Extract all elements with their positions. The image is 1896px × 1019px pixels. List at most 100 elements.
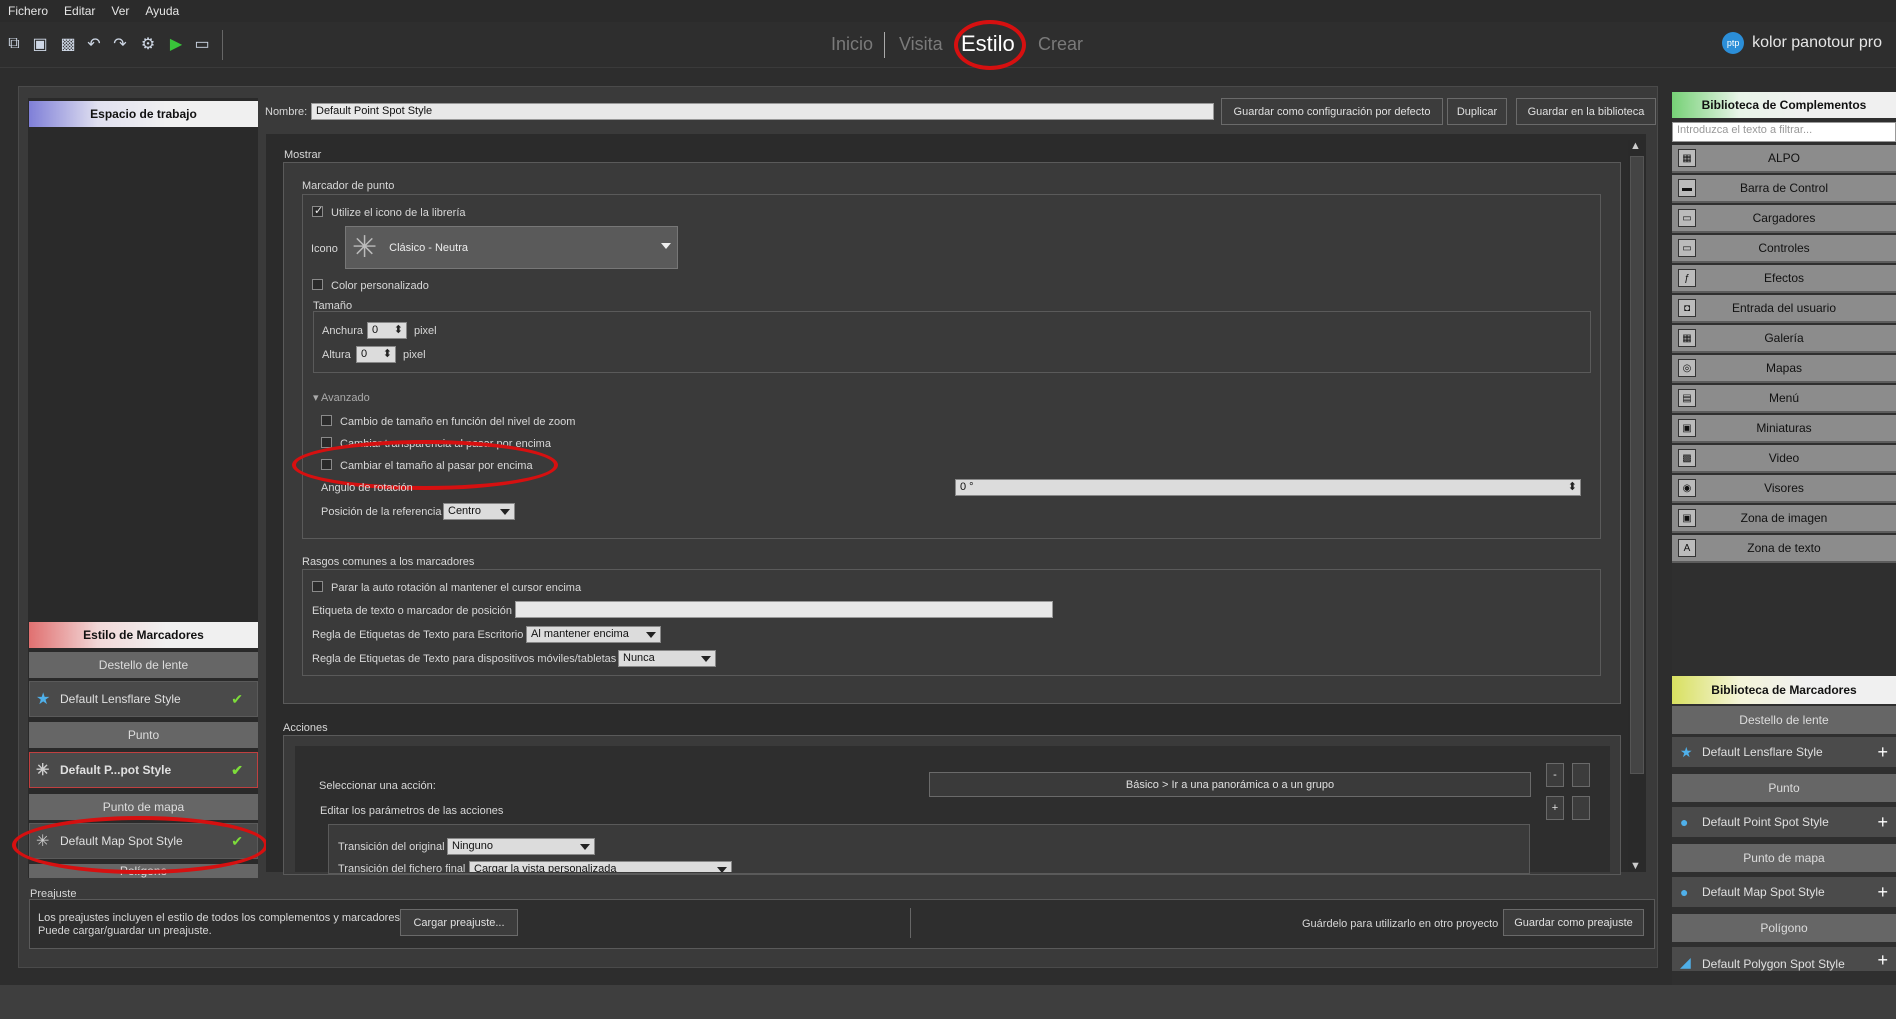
select-action-label: Seleccionar una acción:: [319, 780, 436, 792]
select-action-button[interactable]: Básico > Ir a una panorámica o a un grup…: [929, 772, 1531, 797]
complement-label: Controles: [1758, 241, 1810, 255]
advanced-toggle[interactable]: ▾ Avanzado: [313, 391, 370, 404]
save-icon[interactable]: ▣: [30, 34, 50, 54]
orig-transition-select[interactable]: Ninguno: [447, 838, 595, 855]
save-library-button[interactable]: Guardar en la biblioteca: [1516, 98, 1656, 125]
save-preset-button[interactable]: Guardar como preajuste: [1503, 909, 1644, 936]
action-blank-button-2[interactable]: [1572, 796, 1590, 820]
tab-visita[interactable]: Visita: [899, 34, 943, 55]
add-icon[interactable]: +: [1877, 742, 1888, 763]
complement-item[interactable]: ▣ Miniaturas: [1672, 415, 1896, 443]
height-spinbox[interactable]: 0: [356, 346, 396, 363]
desktop-rule-select[interactable]: Al mantener encima: [526, 626, 661, 643]
complements-library-header: Biblioteca de Complementos: [1672, 92, 1896, 118]
complement-item[interactable]: ▬ Barra de Control: [1672, 175, 1896, 203]
desktop-rule-label: Regla de Etiquetas de Texto para Escrito…: [312, 629, 524, 641]
video-icon: ▩: [1678, 449, 1696, 467]
right-cat-polygon[interactable]: Polígono: [1672, 914, 1896, 942]
complement-item[interactable]: ▣ Zona de imagen: [1672, 505, 1896, 533]
preset-desc-1: Los preajustes incluyen el estilo de tod…: [38, 912, 404, 924]
reference-position-label: Posición de la referencia: [321, 506, 442, 518]
width-label: Anchura: [322, 325, 363, 337]
action-blank-button-1[interactable]: [1572, 763, 1590, 787]
add-images-icon[interactable]: ▩: [58, 34, 78, 54]
menu-bar: Fichero Editar Ver Ayuda: [0, 0, 1896, 22]
menu-view[interactable]: Ver: [111, 4, 129, 18]
right-cat-lensflare[interactable]: Destello de lente: [1672, 706, 1896, 734]
menu-help[interactable]: Ayuda: [145, 4, 179, 18]
left-item-lensflare[interactable]: ★ Default Lensflare Style ✔: [29, 681, 258, 717]
complement-item[interactable]: ▦ ALPO: [1672, 145, 1896, 173]
redo-icon[interactable]: ↷: [110, 34, 130, 54]
custom-color-checkbox[interactable]: [312, 279, 323, 290]
custom-color-label: Color personalizado: [331, 280, 429, 292]
preset-desc-2: Puede cargar/guardar un preajuste.: [38, 925, 212, 937]
scroll-up-icon[interactable]: ▲: [1630, 140, 1641, 152]
right-item-point[interactable]: ● Default Point Spot Style +: [1672, 807, 1896, 837]
panotour-logo-icon: ptp: [1722, 32, 1745, 54]
text-label-input[interactable]: [515, 601, 1053, 618]
filter-input[interactable]: Introduzca el texto a filtrar...: [1672, 122, 1896, 142]
new-project-icon[interactable]: ⧉: [4, 34, 24, 54]
rotation-label: Angulo de rotación: [321, 482, 413, 494]
tab-inicio[interactable]: Inicio: [831, 34, 873, 55]
right-item-lensflare[interactable]: ★ Default Lensflare Style +: [1672, 737, 1896, 767]
save-default-button[interactable]: Guardar como configuración por defecto: [1221, 98, 1443, 125]
add-icon[interactable]: +: [1877, 950, 1888, 971]
complement-item[interactable]: ▦ Galería: [1672, 325, 1896, 353]
reference-position-select[interactable]: Centro: [443, 503, 515, 520]
tab-crear[interactable]: Crear: [1038, 34, 1083, 55]
name-input[interactable]: Default Point Spot Style: [311, 103, 1214, 120]
preview-window-icon[interactable]: ▭: [192, 34, 212, 54]
icon-select-value: Clásico - Neutra: [389, 241, 468, 254]
left-cat-point[interactable]: Punto: [29, 722, 258, 748]
icon-select[interactable]: ✳ Clásico - Neutra: [345, 226, 678, 269]
left-item-point[interactable]: ✳ Default P...pot Style ✔: [29, 752, 258, 788]
scroll-down-icon[interactable]: ▼: [1630, 860, 1641, 872]
right-cat-point[interactable]: Punto: [1672, 774, 1896, 802]
complement-item[interactable]: ◉ Visores: [1672, 475, 1896, 503]
duplicate-button[interactable]: Duplicar: [1447, 98, 1507, 125]
add-action-button[interactable]: +: [1546, 796, 1564, 820]
complement-label: Zona de texto: [1747, 541, 1821, 555]
stop-rotation-label: Parar la auto rotación al mantener el cu…: [331, 582, 582, 594]
complement-label: Zona de imagen: [1740, 511, 1828, 525]
menu-file[interactable]: Fichero: [8, 4, 48, 18]
left-cat-lensflare[interactable]: Destello de lente: [29, 652, 258, 678]
mobile-rule-select[interactable]: Nunca: [618, 650, 716, 667]
undo-icon[interactable]: ↶: [84, 34, 104, 54]
vertical-scrollbar[interactable]: ▲ ▼: [1628, 140, 1646, 872]
menu-edit[interactable]: Editar: [64, 4, 95, 18]
final-transition-select[interactable]: Cargar la vista personalizada: [469, 861, 732, 872]
use-library-icon-checkbox[interactable]: [312, 204, 323, 217]
settings-gear-icon[interactable]: ⚙: [138, 34, 158, 54]
complement-item[interactable]: ◘ Entrada del usuario: [1672, 295, 1896, 323]
right-item-polygon[interactable]: ◢ Default Polygon Spot Style +: [1672, 947, 1896, 971]
rotation-spinbox[interactable]: 0 °: [955, 479, 1581, 496]
left-item-point-label: Default P...pot Style: [60, 763, 172, 777]
add-icon[interactable]: +: [1877, 812, 1888, 833]
complement-item[interactable]: ◎ Mapas: [1672, 355, 1896, 383]
complement-label: Efectos: [1763, 271, 1805, 285]
highlight-oval-map-style: [12, 816, 268, 874]
complement-item[interactable]: A Zona de texto: [1672, 535, 1896, 563]
scroll-thumb[interactable]: [1630, 156, 1644, 774]
complement-item[interactable]: ▭ Cargadores: [1672, 205, 1896, 233]
complement-item[interactable]: ƒ Efectos: [1672, 265, 1896, 293]
chevron-down-icon: [661, 243, 671, 249]
classic-sunburst-icon: ✳: [352, 231, 378, 264]
remove-action-button[interactable]: -: [1546, 763, 1564, 787]
width-spinbox[interactable]: 0: [367, 322, 407, 339]
play-icon[interactable]: ▶: [166, 34, 186, 54]
complement-item[interactable]: ▭ Controles: [1672, 235, 1896, 263]
right-item-point-label: Default Point Spot Style: [1702, 815, 1829, 829]
right-item-map[interactable]: ● Default Map Spot Style +: [1672, 877, 1896, 907]
complement-item[interactable]: ▤ Menú: [1672, 385, 1896, 413]
add-icon[interactable]: +: [1877, 882, 1888, 903]
right-cat-mappoint[interactable]: Punto de mapa: [1672, 844, 1896, 872]
stop-rotation-checkbox[interactable]: [312, 581, 323, 592]
use-library-icon-label: Utilize el icono de la librería: [331, 207, 466, 219]
load-preset-button[interactable]: Cargar preajuste...: [400, 909, 518, 936]
complement-item[interactable]: ▩ Video: [1672, 445, 1896, 473]
zoom-resize-checkbox[interactable]: [321, 415, 332, 426]
